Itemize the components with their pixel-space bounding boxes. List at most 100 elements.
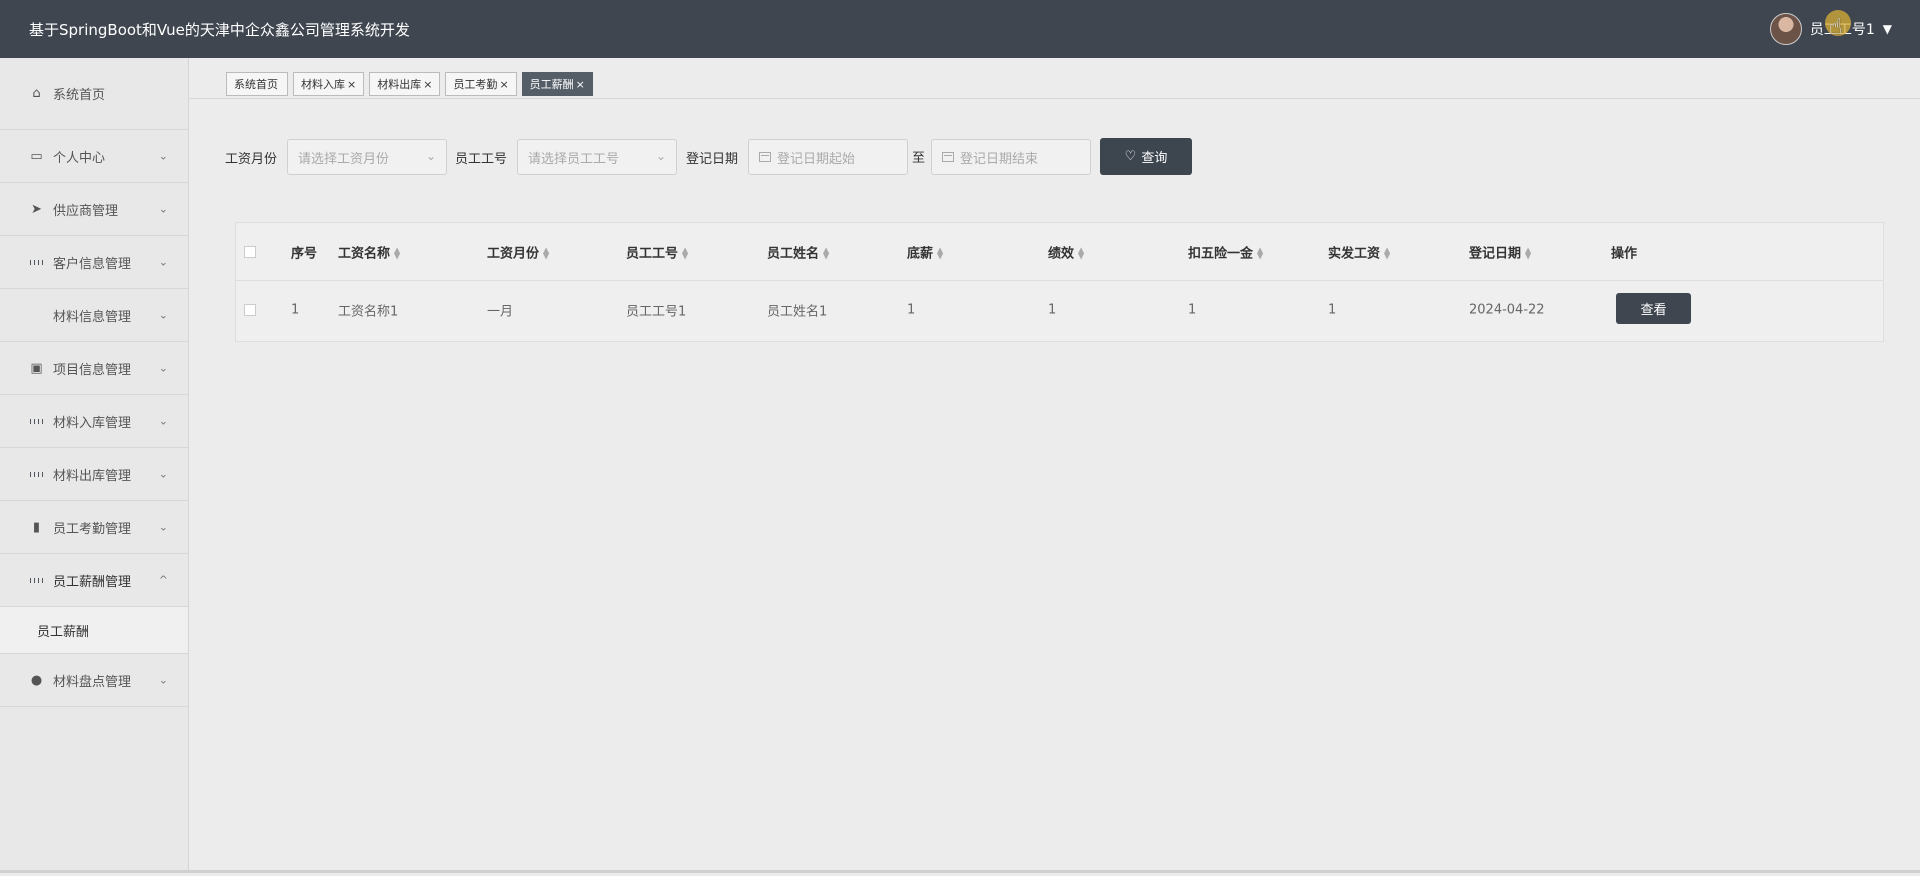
close-icon[interactable]: × xyxy=(423,78,432,91)
sidebar-item-label: 材料入库管理 xyxy=(53,415,132,431)
close-icon[interactable]: × xyxy=(347,78,356,91)
header-performance[interactable]: 绩效 ▲ ▼ xyxy=(1048,242,1084,261)
tab-label: 材料出库 xyxy=(377,78,422,91)
header-employee-id[interactable]: 员工工号 ▲ ▼ xyxy=(626,242,688,261)
cell-salary-name: 工资名称1 xyxy=(338,304,399,320)
sidebar-item-material-management[interactable]: 材料信息管理 ⌄ xyxy=(0,289,188,342)
sort-icon[interactable]: ▲ ▼ xyxy=(1525,246,1531,260)
sidebar-item-label: 供应商管理 xyxy=(53,203,119,219)
sort-icon[interactable]: ▲ ▼ xyxy=(682,246,688,260)
sidebar-item-supplier-management[interactable]: ➤ 供应商管理 ⌄ xyxy=(0,183,188,236)
sidebar-item-label: 客户信息管理 xyxy=(53,256,132,272)
employee-id-select[interactable]: 请选择员工工号 ⌄ xyxy=(517,139,677,175)
sidebar-subitem-salary[interactable]: 员工薪酬 xyxy=(0,607,188,654)
chevron-down-icon: ⌄ xyxy=(158,361,168,375)
sort-icon[interactable]: ▲ ▼ xyxy=(1384,246,1390,260)
caret-down-icon[interactable]: ▼ xyxy=(1883,22,1892,36)
header-index: 序号 xyxy=(291,246,318,261)
sidebar-item-project-management[interactable]: ▣ 项目信息管理 ⌄ xyxy=(0,342,188,395)
cell-deduction: 1 xyxy=(1188,302,1197,318)
header-base-salary[interactable]: 底薪 ▲ ▼ xyxy=(907,242,943,261)
tab-attendance[interactable]: 员工考勤 × xyxy=(445,72,517,96)
tab-label: 员工考勤 xyxy=(453,78,498,91)
chevron-down-icon: ⌄ xyxy=(158,149,168,163)
tab-label: 材料入库 xyxy=(301,78,345,91)
calendar-icon xyxy=(759,152,771,162)
calendar-icon xyxy=(942,152,954,162)
sort-icon[interactable]: ▲ ▼ xyxy=(1078,246,1084,260)
tab-home[interactable]: 系统首页 xyxy=(226,72,288,96)
sidebar-item-personal-center[interactable]: ▭ 个人中心 ⌄ xyxy=(0,130,188,183)
row-checkbox[interactable] xyxy=(244,304,256,316)
grid-icon xyxy=(30,256,43,269)
close-icon[interactable]: × xyxy=(576,78,585,91)
bottom-divider xyxy=(0,870,1920,873)
end-date-placeholder: 登记日期结束 xyxy=(960,151,1039,167)
bar-chart-icon: ▮ xyxy=(32,519,41,535)
header-employee-name[interactable]: 员工姓名 ▲ ▼ xyxy=(767,242,829,261)
grid-icon xyxy=(30,468,43,481)
chevron-down-icon: ⌄ xyxy=(655,149,666,163)
search-button[interactable]: ♡ 查询 xyxy=(1100,138,1192,175)
sidebar-item-inventory-management[interactable]: ● 材料盘点管理 ⌄ xyxy=(0,654,188,707)
employee-id-placeholder: 请选择员工工号 xyxy=(528,151,620,167)
chevron-down-icon: ⌄ xyxy=(158,467,168,481)
sidebar-item-label: 材料出库管理 xyxy=(53,468,132,484)
register-date-end-input[interactable]: 登记日期结束 xyxy=(931,139,1091,175)
home-icon: ⌂ xyxy=(32,86,41,101)
header-salary-month[interactable]: 工资月份 ▲ ▼ xyxy=(487,242,549,261)
salary-month-select[interactable]: 请选择工资月份 ⌄ xyxy=(287,139,447,175)
cell-index: 1 xyxy=(291,302,300,318)
sort-icon[interactable]: ▲ ▼ xyxy=(823,246,829,260)
sort-icon[interactable]: ▲ ▼ xyxy=(543,246,549,260)
employee-id-label: 员工工号 xyxy=(455,152,508,167)
chevron-down-icon: ⌄ xyxy=(158,414,168,428)
header-register-date[interactable]: 登记日期 ▲ ▼ xyxy=(1469,242,1531,261)
sidebar-item-attendance-management[interactable]: ▮ 员工考勤管理 ⌄ xyxy=(0,501,188,554)
tab-salary[interactable]: 员工薪酬 × xyxy=(521,72,593,96)
register-date-start-input[interactable]: 登记日期起始 xyxy=(748,139,908,175)
search-button-label: 查询 xyxy=(1141,151,1168,166)
sort-icon[interactable]: ▲ ▼ xyxy=(1257,246,1263,260)
sidebar-item-label: 个人中心 xyxy=(53,150,106,166)
salary-month-placeholder: 请选择工资月份 xyxy=(298,151,390,167)
sidebar: ⌂ 系统首页 ▭ 个人中心 ⌄ ➤ 供应商管理 ⌄ 客户信息管理 ⌄ 材料信息管… xyxy=(0,58,189,870)
sidebar-item-material-in-management[interactable]: 材料入库管理 ⌄ xyxy=(0,395,188,448)
header-actual-salary[interactable]: 实发工资 ▲ ▼ xyxy=(1328,242,1390,261)
cell-employee-name: 员工姓名1 xyxy=(767,304,828,320)
sidebar-subitem-label: 员工薪酬 xyxy=(37,624,90,640)
close-icon[interactable]: × xyxy=(499,78,508,91)
cell-register-date: 2024-04-22 xyxy=(1469,302,1545,318)
chevron-up-icon: ^ xyxy=(158,573,168,587)
tab-material-out[interactable]: 材料出库 × xyxy=(369,72,441,96)
sort-icon[interactable]: ▲ ▼ xyxy=(937,246,943,260)
sidebar-item-material-out-management[interactable]: 材料出库管理 ⌄ xyxy=(0,448,188,501)
sidebar-item-customer-management[interactable]: 客户信息管理 ⌄ xyxy=(0,236,188,289)
salary-table: 序号 工资名称 ▲ ▼ 工资月份 ▲ ▼ 员工工号 ▲ ▼ 员工姓名 ▲ ▼ 底薪 ▲ ▼ 绩效 ▲ ▼… xyxy=(235,222,1884,342)
tab-material-in[interactable]: 材料入库 × xyxy=(293,72,365,96)
cell-base-salary: 1 xyxy=(907,302,916,318)
salary-month-label: 工资月份 xyxy=(225,152,278,167)
chevron-down-icon: ⌄ xyxy=(158,673,168,687)
date-range-separator: 至 xyxy=(912,151,926,166)
sidebar-item-salary-management[interactable]: 员工薪酬管理 ^ xyxy=(0,554,188,607)
sidebar-item-home[interactable]: ⌂ 系统首页 xyxy=(0,58,188,130)
grid-icon xyxy=(30,574,43,587)
header-actions: 操作 xyxy=(1611,246,1638,261)
table-row: 1 工资名称1 一月 员工工号1 员工姓名1 1 1 1 1 2024-04-2… xyxy=(236,280,1883,340)
clipboard-icon: ▣ xyxy=(30,360,43,376)
sort-icon[interactable]: ▲ ▼ xyxy=(394,246,400,260)
user-avatar-icon[interactable] xyxy=(1769,13,1802,45)
send-icon: ➤ xyxy=(31,201,42,217)
view-button[interactable]: 查看 xyxy=(1616,293,1691,324)
cell-actual-salary: 1 xyxy=(1328,302,1337,318)
chevron-down-icon: ⌄ xyxy=(425,149,436,163)
select-all-checkbox[interactable] xyxy=(244,245,256,258)
header-deduction[interactable]: 扣五险一金 ▲ ▼ xyxy=(1188,242,1263,261)
card-icon: ▭ xyxy=(30,148,43,164)
header-salary-name[interactable]: 工资名称 ▲ ▼ xyxy=(338,242,400,261)
tab-divider xyxy=(188,98,1920,99)
chevron-down-icon: ⌄ xyxy=(158,308,168,322)
sidebar-item-label: 材料盘点管理 xyxy=(53,674,132,690)
chevron-down-icon: ⌄ xyxy=(158,202,168,216)
